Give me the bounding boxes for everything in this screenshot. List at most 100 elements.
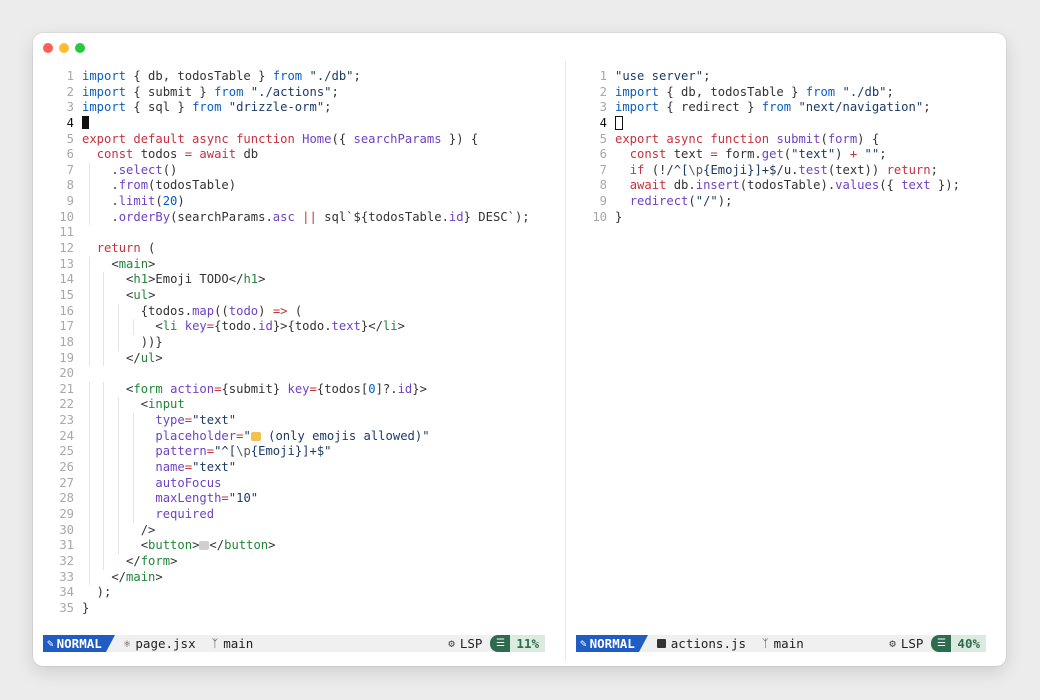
- code-line[interactable]: 13 <main>: [33, 256, 565, 273]
- code-line[interactable]: 28 maxLength="10": [33, 491, 565, 507]
- code-line[interactable]: 25 pattern="^[\p{Emoji}]+$": [33, 444, 565, 461]
- code-line[interactable]: 1 import { db, todosTable } from "./db";: [33, 69, 565, 85]
- code-line[interactable]: 31 <button> </button>: [33, 538, 565, 554]
- line-number: 10: [59, 209, 74, 224]
- line-number: 5: [66, 131, 74, 146]
- code-line[interactable]: 6 const todos = await db: [33, 147, 565, 163]
- text-cursor: [82, 115, 89, 129]
- git-branch-segment[interactable]: ᛉ main: [754, 635, 812, 652]
- right-editor-pane[interactable]: 1 "use server"; 2 import { db, todosTable }…: [566, 33, 1006, 666]
- line-number: 34: [59, 585, 74, 600]
- line-text: "use server";: [615, 69, 711, 83]
- code-line[interactable]: 27 autoFocus: [33, 475, 565, 492]
- code-line[interactable]: 23 type="text": [33, 413, 565, 429]
- line-number: 24: [59, 428, 74, 443]
- code-line[interactable]: 30 />: [33, 522, 565, 539]
- git-branch-segment[interactable]: ᛉ main: [204, 635, 262, 652]
- file-name-segment[interactable]: ⚛ page.jsx: [106, 635, 204, 652]
- line-number: 4: [66, 115, 74, 130]
- left-editor-pane[interactable]: 1 import { db, todosTable } from "./db"; 2…: [33, 33, 565, 666]
- code-line[interactable]: 2 import { submit } from "./actions";: [33, 85, 565, 101]
- line-number: 35: [59, 600, 74, 615]
- line-text: .select(): [82, 162, 178, 179]
- code-area-actions-js[interactable]: 1 "use server"; 2 import { db, todosTable }…: [566, 69, 1006, 225]
- line-text: .limit(20): [82, 194, 185, 210]
- pencil-emoji-icon: [250, 431, 261, 441]
- code-line[interactable]: 32 </form>: [33, 553, 565, 570]
- vim-logo-icon: ✎: [47, 637, 54, 650]
- line-number: 1: [66, 69, 74, 83]
- line-text: </form>: [82, 553, 178, 570]
- code-line[interactable]: 22 <input: [33, 397, 565, 414]
- code-line[interactable]: 11: [33, 225, 565, 241]
- code-line[interactable]: 16 {todos.map((todo) => (: [33, 303, 565, 320]
- status-line-left: ✎ NORMAL ⚛ page.jsx ᛉ main ⚙ LSP ☰ 11%: [43, 635, 545, 652]
- code-line[interactable]: 24 placeholder=" (only emojis allowed)": [33, 428, 565, 445]
- code-line[interactable]: 9 redirect("/");: [566, 194, 1006, 210]
- code-line[interactable]: 21 <form action={submit} key={todos[0]?.…: [33, 381, 565, 398]
- code-line[interactable]: 19 </ul>: [33, 350, 565, 367]
- line-text: ))}: [82, 334, 163, 351]
- code-line[interactable]: 34 );: [33, 585, 565, 601]
- line-number: 7: [66, 162, 74, 177]
- line-text: <h1>Emoji TODO</h1>: [82, 272, 266, 288]
- line-number: 2: [599, 84, 607, 99]
- code-line[interactable]: 5 export async function submit(form) {: [566, 132, 1006, 148]
- line-number: 23: [59, 413, 74, 428]
- code-line[interactable]: 33 </main>: [33, 569, 565, 586]
- code-line[interactable]: 35}: [33, 601, 565, 617]
- line-text: <form action={submit} key={todos[0]?.id}…: [82, 381, 427, 398]
- scroll-percent: ☰ 40%: [931, 635, 986, 652]
- line-number: 28: [59, 491, 74, 506]
- file-name-segment[interactable]: actions.js: [639, 635, 754, 652]
- code-line[interactable]: 6 const text = form.get("text") + "";: [566, 147, 1006, 163]
- code-line[interactable]: 12 return (: [33, 241, 565, 257]
- code-line[interactable]: 14 <h1>Emoji TODO</h1>: [33, 272, 565, 288]
- code-line[interactable]: 3 import { redirect } from "next/navigati…: [566, 100, 1006, 116]
- line-number: 20: [59, 366, 74, 381]
- line-text: <input: [82, 397, 185, 414]
- lsp-segment[interactable]: ⚙ LSP: [881, 635, 931, 652]
- line-number: 8: [66, 178, 74, 193]
- status-line-right: ✎ NORMAL actions.js ᛉ main ⚙ LSP ☰ 40%: [576, 635, 986, 652]
- line-text: redirect("/");: [629, 194, 733, 209]
- line-text: if (!/^[\p{Emoji}]+$/u.test(text)) retur…: [629, 162, 938, 177]
- code-line[interactable]: 15 <ul>: [33, 287, 565, 304]
- code-line[interactable]: 3 import { sql } from "drizzle-orm";: [33, 100, 565, 116]
- code-line[interactable]: 2 import { db, todosTable } from "./db";: [566, 85, 1006, 101]
- code-line[interactable]: 1 "use server";: [566, 69, 1006, 85]
- code-line[interactable]: 9 .limit(20): [33, 194, 565, 210]
- lsp-segment[interactable]: ⚙ LSP: [440, 635, 490, 652]
- code-line[interactable]: 17 <li key={todo.id}>{todo.text}</li>: [33, 319, 565, 335]
- line-number: 17: [59, 319, 74, 334]
- code-line[interactable]: 26 name="text": [33, 460, 565, 476]
- line-text: <main>: [82, 256, 156, 273]
- line-text: import { submit } from "./actions";: [82, 84, 339, 99]
- code-area-page-jsx[interactable]: 1 import { db, todosTable } from "./db"; 2…: [33, 69, 565, 616]
- line-text: </main>: [82, 569, 163, 586]
- code-line[interactable]: 5 export default async function Home({ se…: [33, 132, 565, 148]
- code-line[interactable]: 8 .from(todosTable): [33, 178, 565, 195]
- line-text: await db.insert(todosTable).values({ tex…: [629, 178, 960, 193]
- code-line[interactable]: 20: [33, 366, 565, 382]
- line-number: 10: [592, 209, 607, 224]
- code-line[interactable]: 18 ))}: [33, 334, 565, 351]
- text-cursor: [615, 115, 623, 130]
- code-line[interactable]: 10 .orderBy(searchParams.asc || sql`${to…: [33, 209, 565, 226]
- code-line[interactable]: 29 required: [33, 506, 565, 523]
- code-line[interactable]: 4: [566, 115, 1006, 132]
- line-text: <ul>: [82, 287, 156, 304]
- line-number: 8: [599, 178, 607, 193]
- line-text: placeholder=" (only emojis allowed)": [82, 428, 430, 445]
- line-text: .from(todosTable): [82, 178, 237, 195]
- scroll-percent: ☰ 11%: [490, 635, 545, 652]
- line-text: required: [82, 506, 215, 523]
- code-line[interactable]: 7 if (!/^[\p{Emoji}]+$/u.test(text)) ret…: [566, 163, 1006, 179]
- gears-icon: ⚙: [889, 637, 896, 650]
- code-line[interactable]: 8 await db.insert(todosTable).values({ t…: [566, 178, 1006, 194]
- line-number: 1: [599, 69, 607, 83]
- code-line[interactable]: 7 .select(): [33, 162, 565, 179]
- code-line[interactable]: 4: [33, 115, 565, 132]
- line-number: 18: [59, 334, 74, 349]
- code-line[interactable]: 10}: [566, 210, 1006, 226]
